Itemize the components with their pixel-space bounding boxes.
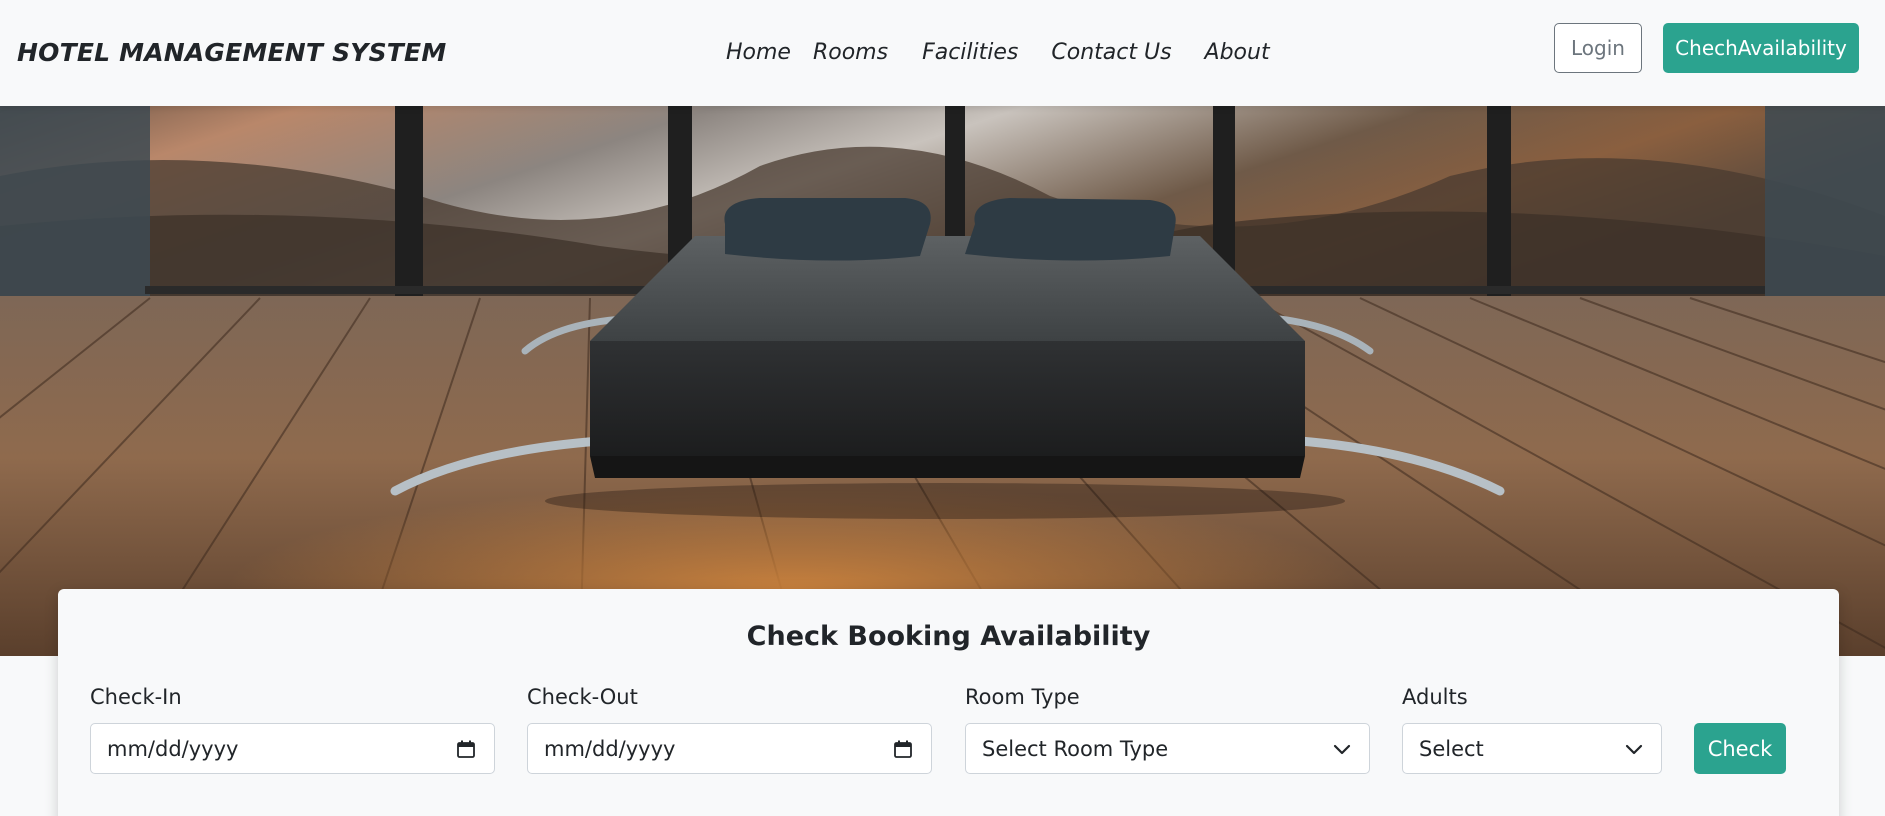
- room-type-select[interactable]: Select Room Type: [965, 723, 1370, 774]
- navbar: HOTEL MANAGEMENT SYSTEM Home Rooms Facil…: [0, 0, 1885, 106]
- nav-link-facilities[interactable]: Facilities: [922, 40, 1018, 65]
- adults-select[interactable]: Select: [1402, 723, 1662, 774]
- nav-links: Home Rooms Facilities Contact Us About: [726, 40, 1270, 65]
- brand-title[interactable]: HOTEL MANAGEMENT SYSTEM: [17, 38, 446, 67]
- check-in-label: Check-In: [90, 685, 182, 709]
- hotel-room-illustration: [0, 106, 1885, 656]
- adults-value: Select: [1419, 736, 1484, 761]
- calendar-icon[interactable]: [893, 739, 913, 759]
- nav-link-contact-us[interactable]: Contact Us: [1051, 40, 1171, 65]
- login-button[interactable]: Login: [1554, 23, 1642, 73]
- check-out-date-input[interactable]: mm/dd/yyyy: [527, 723, 932, 774]
- check-in-value: mm/dd/yyyy: [107, 736, 239, 761]
- chevron-down-icon: [1625, 743, 1643, 755]
- check-in-date-input[interactable]: mm/dd/yyyy: [90, 723, 495, 774]
- check-button[interactable]: Check: [1694, 723, 1786, 774]
- nav-link-rooms[interactable]: Rooms: [813, 40, 888, 65]
- chevron-down-icon: [1333, 743, 1351, 755]
- nav-link-home[interactable]: Home: [726, 40, 791, 65]
- room-type-label: Room Type: [965, 685, 1080, 709]
- booking-title: Check Booking Availability: [746, 621, 1151, 652]
- nav-link-about[interactable]: About: [1205, 40, 1270, 65]
- check-out-value: mm/dd/yyyy: [544, 736, 676, 761]
- calendar-icon[interactable]: [456, 739, 476, 759]
- hero-image: [0, 106, 1885, 656]
- check-availability-button[interactable]: ChechAvailability: [1663, 23, 1859, 73]
- adults-label: Adults: [1402, 685, 1468, 709]
- check-out-label: Check-Out: [527, 685, 638, 709]
- room-type-value: Select Room Type: [982, 736, 1169, 761]
- booking-availability-card: Check Booking Availability Check-In mm/d…: [58, 589, 1839, 816]
